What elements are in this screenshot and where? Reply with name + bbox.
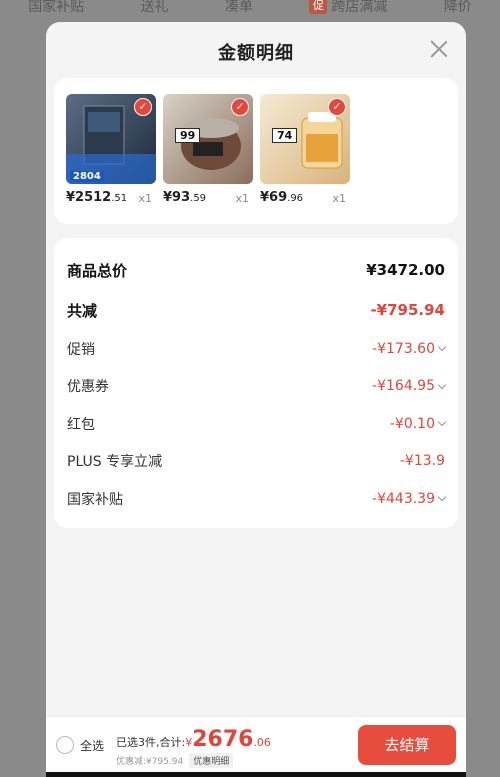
thumb-price: 74 (272, 128, 298, 143)
background-tab: 国家补贴 (28, 0, 85, 15)
total-reduce-value: -¥795.94 (370, 301, 445, 319)
national-subsidy-value: -¥443.39 (372, 490, 447, 507)
plus-discount-label: PLUS 专享立减 (67, 454, 163, 471)
total-summary: 已选3件,合计:¥2676.06 (116, 727, 271, 752)
promotion-value: -¥173.60 (372, 340, 447, 357)
thumb-tag: 2804 (70, 171, 104, 182)
plus-discount-row: PLUS 专享立减 -¥13.9 (67, 443, 445, 481)
background-tab: 促 跨店满减 (309, 0, 387, 16)
coupon-label: 优惠券 (67, 379, 109, 396)
product-qty: x1 (138, 192, 152, 205)
product-thumbnail: ✓ 74 (260, 94, 350, 184)
sheet-header: 金额明细 (46, 22, 466, 78)
radio-icon[interactable] (56, 736, 74, 754)
background-tabs: 国家补贴 送礼 凑单 促 跨店满减 降价 (0, 0, 500, 18)
price-integer: ¥69 (260, 190, 288, 205)
total-price-row: 商品总价 ¥3472.00 (67, 250, 445, 290)
close-icon[interactable] (428, 38, 450, 60)
product-thumbnail: ✓ 99 (163, 94, 253, 184)
discount-text: 优惠减:¥795.94 (116, 757, 184, 767)
red-packet-value: -¥0.10 (389, 415, 447, 432)
total-price-label: 商品总价 (67, 261, 128, 280)
price-decimal: .96 (287, 193, 304, 204)
coupon-row[interactable]: 优惠券 -¥164.95 (67, 368, 447, 406)
price-integer: ¥93 (163, 190, 191, 205)
plus-discount-value: -¥13.9 (399, 453, 445, 470)
chevron-down-icon (437, 493, 447, 502)
total-reduce-row: 共减 -¥795.94 (67, 290, 445, 330)
coupon-amount: -¥164.95 (372, 378, 435, 395)
check-icon: ✓ (328, 98, 346, 116)
checkout-footer: 全选 已选3件,合计:¥2676.06 优惠减:¥795.94 优惠明细 去结算 (46, 716, 466, 772)
amount-detail-sheet: 金额明细 ✓ 2804 ¥2512.51 x1 ✓ 99 ¥93.59 x1 ✓… (46, 22, 466, 773)
discount-detail-button[interactable]: 优惠明细 (189, 753, 234, 768)
select-all-label: 全选 (80, 738, 105, 753)
chevron-down-icon (437, 418, 447, 427)
chevron-down-icon (437, 343, 447, 352)
checkout-button[interactable]: 去结算 (358, 725, 456, 765)
national-subsidy-label: 国家补贴 (67, 491, 123, 508)
check-icon: ✓ (134, 98, 152, 116)
thumb-price: 99 (175, 128, 201, 143)
background-tab-label: 跨店满减 (331, 0, 388, 15)
product-thumbnail: ✓ 2804 (66, 94, 156, 184)
amount-details-card: 商品总价 ¥3472.00 共减 -¥795.94 促销 -¥173.60 优惠… (54, 238, 458, 528)
sheet-title: 金额明细 (218, 43, 294, 64)
discount-summary: 优惠减:¥795.94 优惠明细 (116, 753, 234, 768)
promotion-row[interactable]: 促销 -¥173.60 (67, 330, 447, 368)
promotion-amount: -¥173.60 (372, 340, 435, 357)
total-integer: 2676 (192, 727, 254, 752)
product-qty: x1 (332, 192, 346, 205)
price-integer: ¥2512 (66, 190, 112, 205)
total-reduce-label: 共减 (67, 301, 98, 320)
red-packet-amount: -¥0.10 (389, 415, 435, 432)
background-tab: 凑单 (224, 0, 253, 15)
product-item[interactable]: ✓ 74 ¥69.96 x1 (260, 94, 350, 205)
total-decimal: .06 (253, 736, 271, 749)
chevron-down-icon (437, 380, 447, 389)
select-all-toggle[interactable]: 全选 (56, 736, 104, 754)
promotion-label: 促销 (67, 341, 95, 358)
product-item[interactable]: ✓ 99 ¥93.59 x1 (163, 94, 253, 205)
product-qty: x1 (235, 192, 249, 205)
price-decimal: .59 (190, 193, 207, 204)
price-decimal: .51 (111, 193, 128, 204)
check-icon: ✓ (231, 98, 249, 116)
coupon-value: -¥164.95 (372, 378, 447, 395)
national-subsidy-amount: -¥443.39 (372, 490, 435, 507)
product-item[interactable]: ✓ 2804 ¥2512.51 x1 (66, 94, 156, 205)
total-price-value: ¥3472.00 (366, 261, 445, 279)
red-packet-row[interactable]: 红包 -¥0.10 (67, 405, 447, 443)
background-tab: 降价 (443, 0, 472, 15)
national-subsidy-row[interactable]: 国家补贴 -¥443.39 (67, 480, 447, 518)
summary-prefix: 已选3件,合计: (116, 736, 186, 749)
details-list: 商品总价 ¥3472.00 共减 -¥795.94 促销 -¥173.60 优惠… (67, 238, 447, 518)
promo-badge: 促 (309, 0, 328, 14)
red-packet-label: 红包 (67, 416, 95, 433)
home-indicator-bar (46, 772, 466, 777)
background-tab: 送礼 (140, 0, 169, 15)
products-card: ✓ 2804 ¥2512.51 x1 ✓ 99 ¥93.59 x1 ✓ 74 ¥… (54, 78, 458, 224)
